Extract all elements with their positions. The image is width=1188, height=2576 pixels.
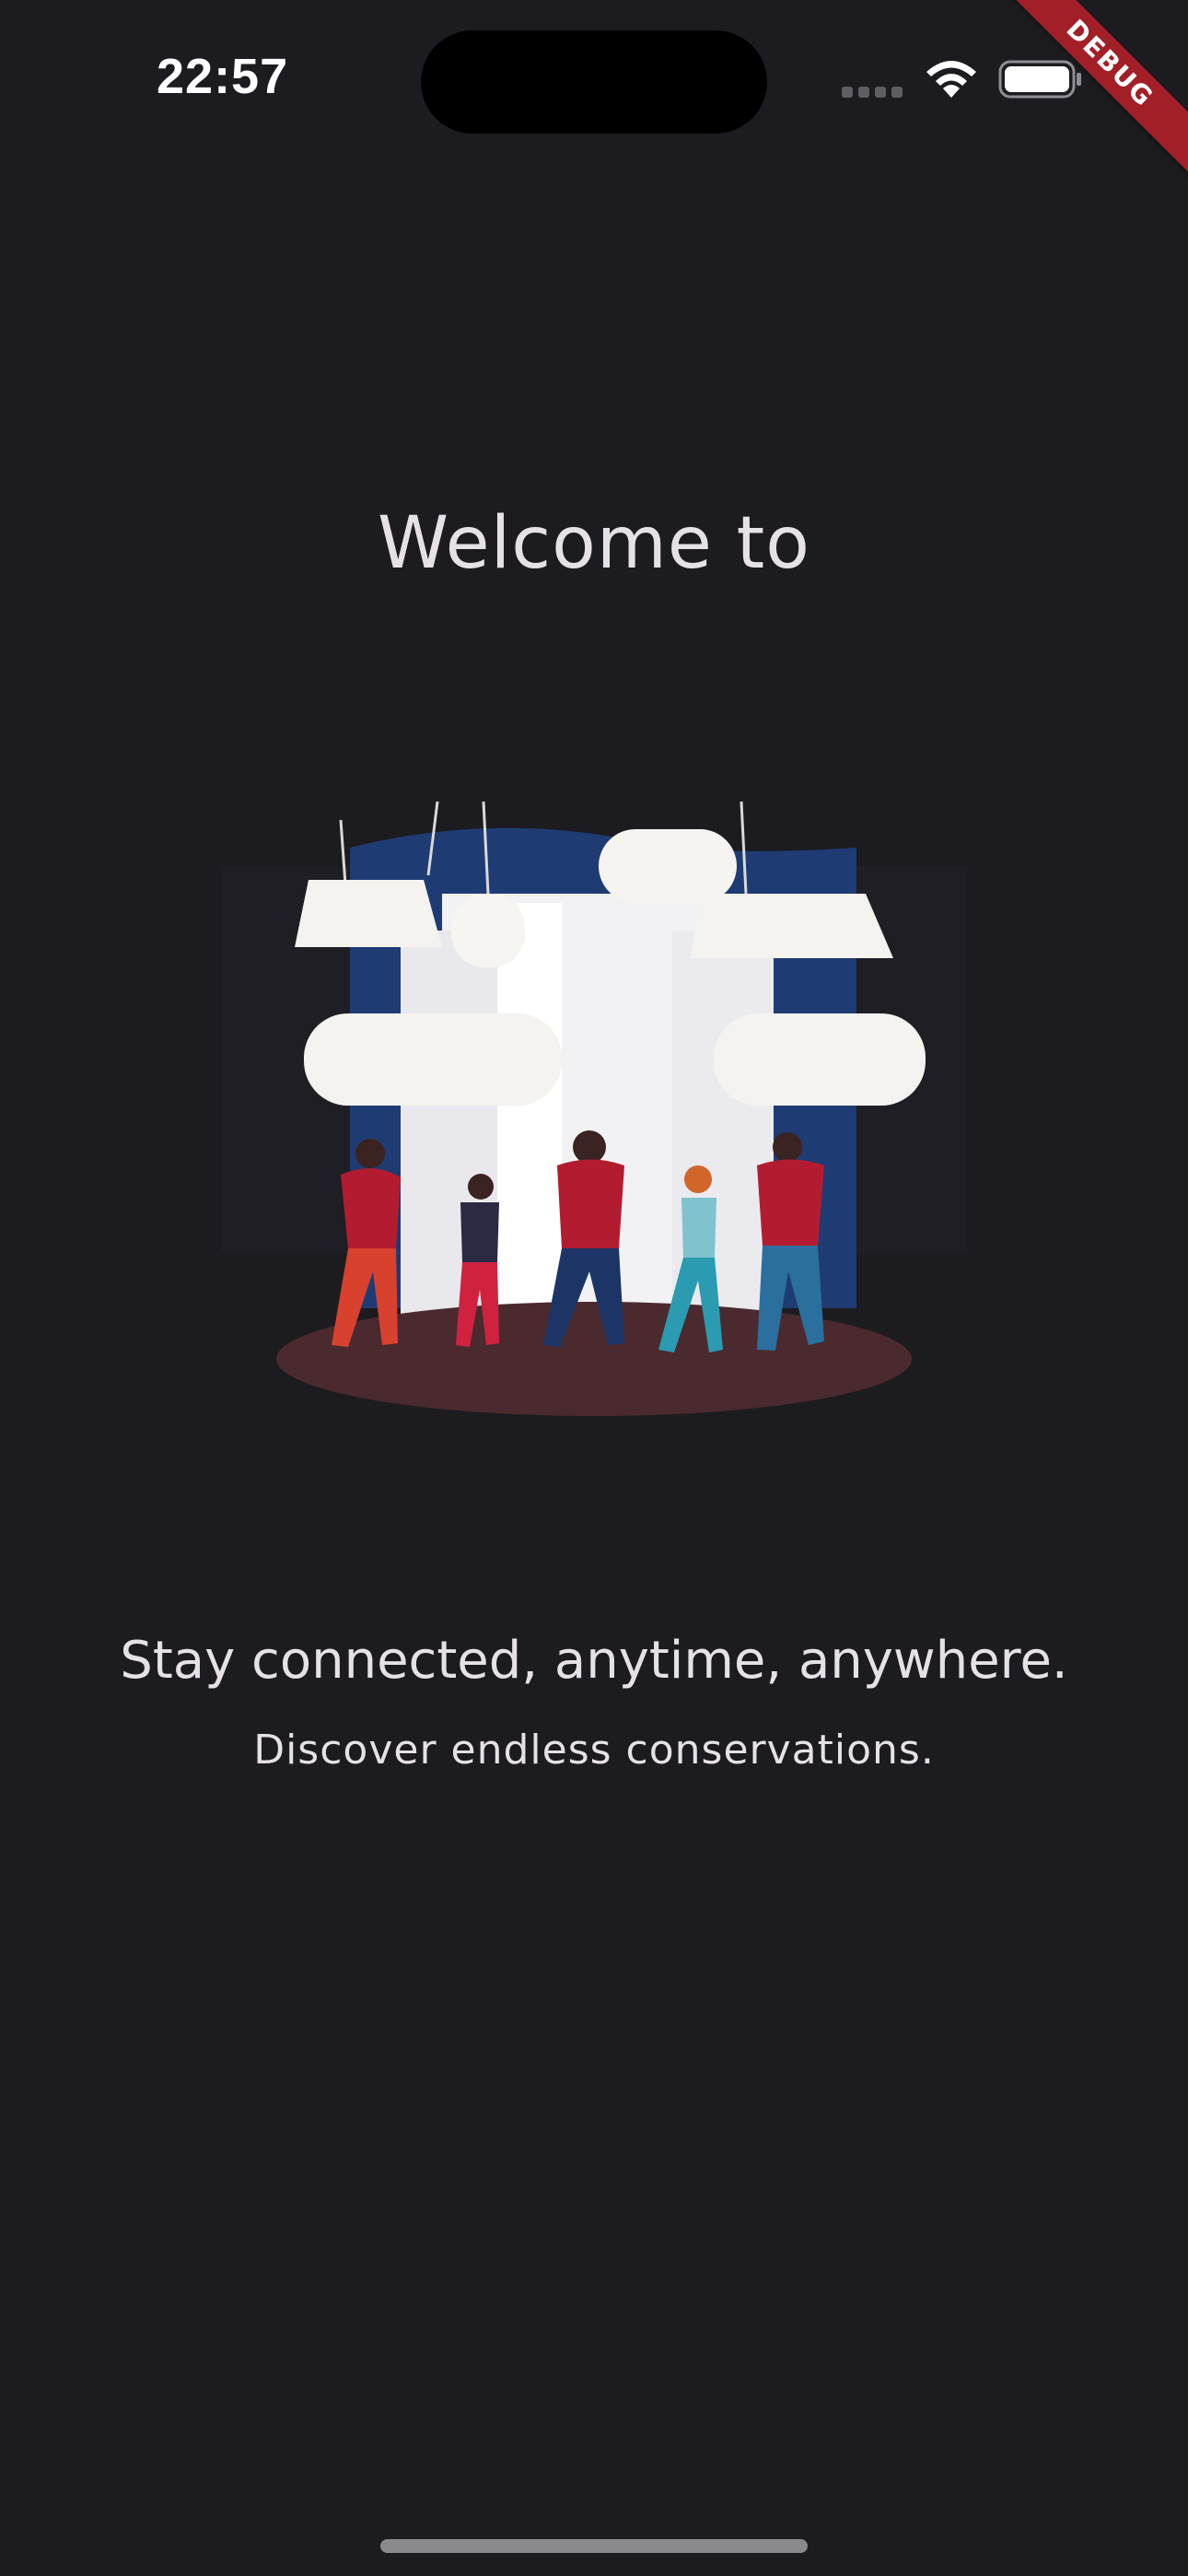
dynamic-island [421,30,767,134]
home-indicator[interactable] [380,2539,808,2553]
tagline: Stay connected, anytime, anywhere. [120,1631,1068,1691]
signal-icon [842,87,904,98]
welcome-title: Welcome to [378,502,810,585]
subtagline: Discover endless conservations. [253,1727,935,1774]
status-time: 22:57 [157,49,289,104]
battery-icon [998,60,1081,99]
dancing-people-illustration [221,801,967,1416]
onboarding-screen: 22:57 DEBUG Welcome to Stay connected, a… [0,0,1188,2576]
wifi-icon [926,61,976,98]
